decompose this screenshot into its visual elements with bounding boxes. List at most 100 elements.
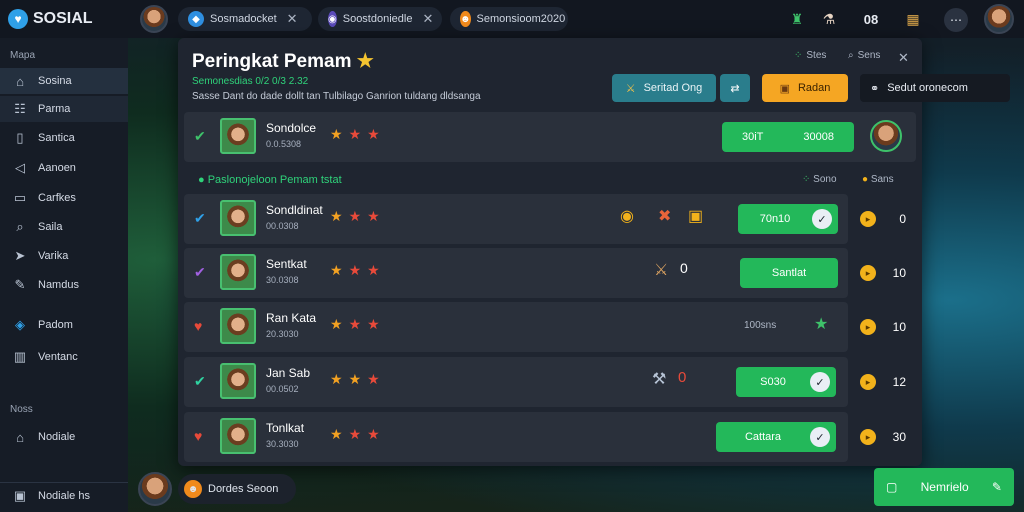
row-score: ▸ 12	[850, 357, 916, 407]
trophy-icon[interactable]: ♜	[786, 8, 808, 30]
potion-icon[interactable]: ⚗	[818, 8, 840, 30]
star-icon: ★	[814, 316, 829, 333]
sidebar-item-namdus[interactable]: ✎ Namdus	[0, 272, 128, 298]
medal-icon: ◉	[620, 208, 634, 225]
mid-text: 100sns	[744, 320, 777, 331]
select-dropdown[interactable]: ⚭ Sedut oronecom	[860, 74, 1010, 102]
reward-button[interactable]: ▣ Radan	[762, 74, 848, 102]
logo-text: SOSIAL	[33, 10, 93, 27]
star-icon: ★	[356, 51, 374, 72]
section-tag-1[interactable]: ⁘ Sono	[802, 174, 837, 185]
close-icon[interactable]: ✕	[422, 11, 433, 27]
modal-subtitle: Semonesdias 0/2 0/3 2.32	[192, 76, 309, 87]
user-avatar[interactable]	[984, 4, 1014, 34]
sidebar-item-varika[interactable]: ➤ Varika	[0, 243, 128, 269]
bottom-avatar[interactable]	[138, 472, 172, 506]
mid-value: 0	[680, 260, 688, 276]
shield-icon: ✓	[810, 427, 830, 447]
wrench-icon: ✎	[14, 277, 26, 292]
pinned-player-row[interactable]: ✔ Sondolce 0.0.5308 ★★★ 30iT 30008	[184, 112, 916, 162]
shuffle-button[interactable]: ⇄	[720, 74, 750, 102]
sidebar-item-nodiale[interactable]: ⌂ Nodiale	[0, 424, 128, 450]
book-icon: ▯	[16, 130, 24, 145]
search-icon: ⌕	[848, 50, 854, 61]
dot-icon: ●	[198, 174, 205, 186]
grid-icon: ⁘	[802, 174, 811, 185]
sidebar-item-santica[interactable]: ▯ Santica	[0, 125, 128, 151]
modal-title: Peringkat Pemam ★	[192, 51, 374, 72]
tab-soostdoniedle[interactable]: ◉ Soostdoniedle ✕	[318, 7, 442, 31]
sidebar-footer-item[interactable]: ▣ Nodiale hs	[0, 482, 128, 508]
share-icon: ⚭	[870, 82, 880, 95]
row-action-button[interactable]: Santlat	[740, 258, 838, 288]
megaphone-icon: ◁	[15, 160, 25, 175]
chart-icon: ▥	[13, 349, 27, 364]
emoji-icon: ☻	[184, 480, 202, 498]
search-link[interactable]: ⌕ Sens	[848, 50, 880, 61]
player-avatar	[220, 308, 256, 344]
logo-heart-icon: ♥	[8, 9, 28, 29]
sidebar-section-title-2: Noss	[10, 404, 33, 415]
sidebar-section-title: Mapa	[10, 50, 36, 61]
tab-semonsioom[interactable]: ☻ Semonsioom2020	[450, 7, 568, 31]
leaderboard-row[interactable]: ✔ Sondldinat 00.0308 ★★★ ◉ ✖ ▣ 70n10 ✓	[184, 194, 848, 244]
map-icon[interactable]: ▦	[902, 8, 924, 30]
leaderboard-row[interactable]: ✔ Jan Sab 00.0502 ★★★ ⚒ 0 S030 ✓	[184, 357, 848, 407]
sidebar: Mapa ⌂ Sosina ☷ Parma ▯ Santica ◁ Aanoen ▭ Ca…	[0, 38, 128, 512]
shield-icon: ◈	[15, 317, 25, 332]
bank-icon: ⌂	[16, 429, 24, 445]
tab-sosmadocket[interactable]: ◆ Sosmadocket ✕	[178, 7, 312, 31]
opponent-avatar	[870, 120, 902, 152]
status-chip[interactable]: ☻ Dordes Seoon	[178, 474, 296, 504]
close-button[interactable]: ✕	[898, 50, 909, 66]
heart-icon: ♥	[194, 318, 203, 334]
stats-link[interactable]: ⁘ Stes	[794, 50, 826, 61]
section-label: ● Paslonojeloon Pemam tstat	[198, 174, 342, 186]
profile-avatar[interactable]	[140, 5, 168, 33]
rating-stars: ★★★	[330, 371, 386, 387]
game-icon: ☻	[460, 11, 471, 27]
chat-icon: ▢	[886, 480, 898, 494]
sidebar-item-carfkes[interactable]: ▭ Carfkes	[0, 185, 128, 211]
leaderboard-row[interactable]: ✔ Sentkat 30.0308 ★★★ ⚔ 0 Santlat	[184, 248, 848, 298]
notification-badge[interactable]: 08	[856, 8, 886, 30]
row-action-button[interactable]: Cattara ✓	[716, 422, 836, 452]
search-icon: ⌕	[16, 219, 24, 234]
check-icon: ✔	[194, 210, 206, 226]
row-score: ▸ 0	[850, 194, 916, 244]
leaderboard-row[interactable]: ♥ Tonlkat 30.3030 ★★★ Cattara ✓	[184, 412, 848, 462]
app-logo[interactable]: ♥ SOSIAL	[0, 0, 128, 38]
edit-icon: ✎	[991, 480, 1002, 494]
rating-stars: ★★★	[330, 262, 386, 278]
paperplane-icon: ➤	[14, 248, 26, 263]
player-meta: 0.0.5308	[266, 139, 302, 149]
cta-button[interactable]: ▢ Nemrielo ✎	[874, 468, 1014, 506]
sidebar-item-padom[interactable]: ◈ Padom	[0, 312, 128, 338]
sidebar-item-ventanc[interactable]: ▥ Ventanc	[0, 344, 128, 370]
row-score: ▸ 10	[850, 248, 916, 298]
filter-button[interactable]: ⚔ Seritad Ong	[612, 74, 716, 102]
grid-icon: ▣	[13, 487, 27, 503]
leaderboard-modal: Peringkat Pemam ★ Semonesdias 0/2 0/3 2.…	[178, 38, 1010, 466]
close-icon[interactable]: ✕	[287, 11, 298, 27]
sidebar-item-parma[interactable]: ☷ Parma	[0, 96, 128, 122]
top-bar: ♥ SOSIAL ◆ Sosmadocket ✕ ◉ Soostdoniedle…	[0, 0, 1024, 38]
player-avatar	[220, 118, 256, 154]
sword-icon: ⚔	[654, 262, 669, 279]
row-action-button[interactable]: 70n10 ✓	[738, 204, 838, 234]
more-icon[interactable]: ⋯	[944, 8, 968, 32]
row-action-button[interactable]: S030 ✓	[736, 367, 836, 397]
section-tag-2[interactable]: ● Sans	[862, 174, 894, 185]
player-avatar	[220, 254, 256, 290]
coin-icon: ▸	[860, 429, 876, 445]
sidebar-item-saila[interactable]: ⌕ Saila	[0, 214, 128, 240]
challenge-button[interactable]: 30iT 30008	[722, 122, 854, 152]
check-icon: ✔	[194, 264, 206, 280]
heart-icon: ♥	[194, 428, 203, 444]
leaderboard-row[interactable]: ♥ Ran Kata 20.3030 ★★★ 100sns ★	[184, 302, 848, 352]
mid-value: 0	[678, 369, 687, 386]
modal-description: Sasse Dant do dade dollt tan Tulbilago G…	[192, 91, 481, 102]
shield-icon: ✓	[812, 209, 832, 229]
sidebar-item-aanoen[interactable]: ◁ Aanoen	[0, 155, 128, 181]
sidebar-item-sosina[interactable]: ⌂ Sosina	[0, 68, 128, 94]
